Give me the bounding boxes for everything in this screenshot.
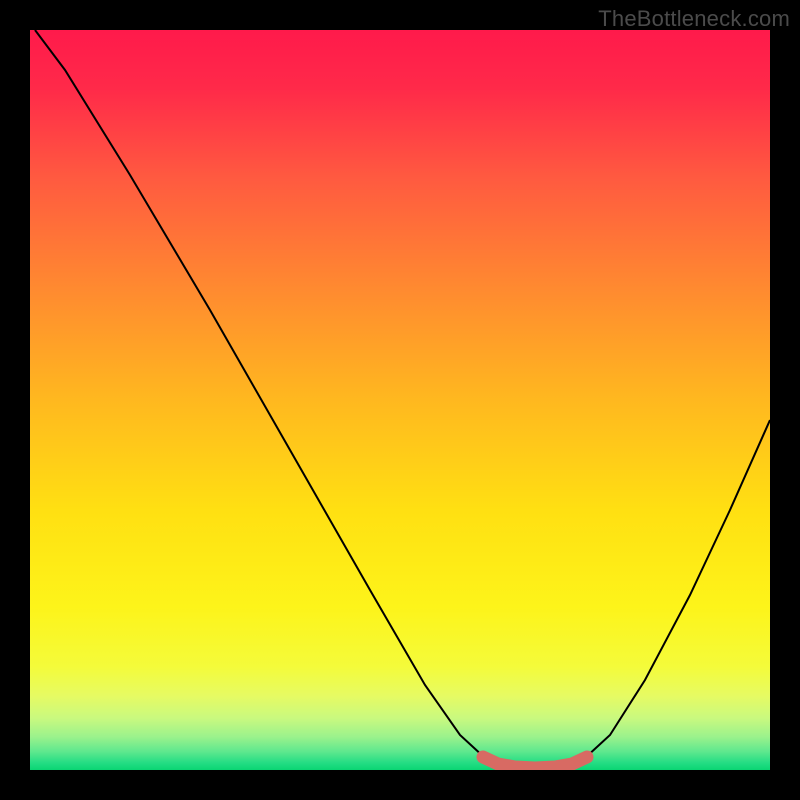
optimal-range-highlight (483, 757, 587, 768)
bottleneck-curve (35, 30, 770, 768)
curve-layer (30, 30, 770, 770)
watermark-text: TheBottleneck.com (598, 6, 790, 32)
chart-frame: TheBottleneck.com (0, 0, 800, 800)
plot-area (30, 30, 770, 770)
